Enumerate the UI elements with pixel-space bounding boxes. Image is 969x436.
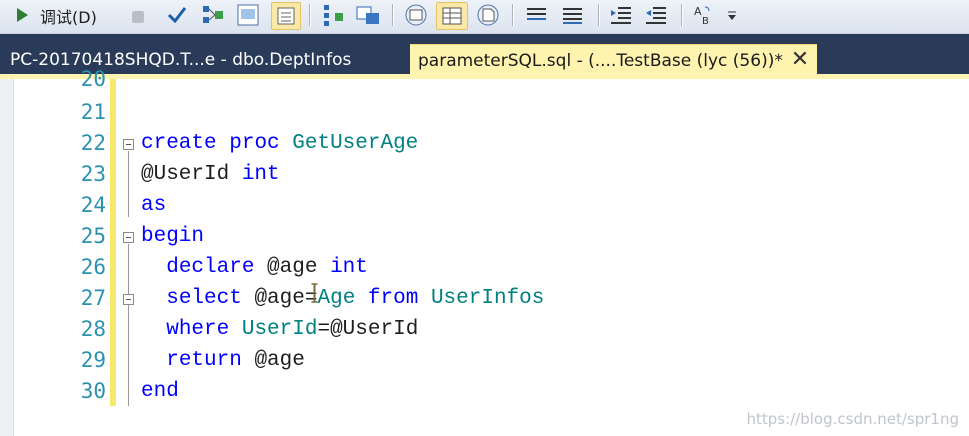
toolbar-separator bbox=[512, 4, 514, 26]
results-file-icon[interactable] bbox=[474, 3, 502, 27]
line-number: 23 bbox=[80, 162, 106, 186]
editor-margin-strip bbox=[0, 79, 14, 436]
line-number: 22 bbox=[80, 131, 106, 155]
fold-guide bbox=[128, 244, 129, 406]
uncomment-icon[interactable] bbox=[560, 3, 586, 27]
svg-text:B: B bbox=[702, 16, 709, 27]
check-icon[interactable] bbox=[166, 3, 188, 27]
line-number: 26 bbox=[80, 255, 106, 279]
code-line: create proc GetUserAge bbox=[141, 132, 419, 155]
collapse-block-icon[interactable] bbox=[123, 232, 134, 243]
run-icon[interactable] bbox=[14, 3, 30, 27]
line-number: 21 bbox=[80, 100, 106, 124]
change-tracking-bar bbox=[110, 79, 116, 406]
tab-parameter-sql-label: parameterSQL.sql - (....TestBase (lyc (5… bbox=[418, 50, 783, 71]
text-cursor-icon bbox=[311, 283, 318, 303]
sql-editor-toolbar: 调试(D) AB bbox=[0, 0, 969, 34]
query-options-icon[interactable] bbox=[354, 3, 382, 27]
watermark-text: https://blog.csdn.net/spr1ng bbox=[746, 410, 959, 428]
fold-guide bbox=[128, 151, 129, 217]
comment-icon[interactable] bbox=[524, 3, 550, 27]
results-text-icon[interactable] bbox=[402, 3, 430, 27]
toolbar-separator bbox=[598, 4, 600, 26]
code-line: select @age=Age from UserInfos bbox=[166, 287, 545, 310]
line-number: 25 bbox=[80, 224, 106, 248]
parse-icon[interactable] bbox=[200, 3, 226, 27]
toolbar-separator bbox=[309, 4, 311, 26]
line-number: 27 bbox=[80, 286, 106, 310]
code-line: return @age bbox=[166, 349, 305, 372]
line-number: 30 bbox=[80, 379, 106, 403]
collapse-block-icon[interactable] bbox=[123, 139, 134, 150]
stop-icon[interactable] bbox=[132, 3, 144, 27]
code-line: @UserId int bbox=[141, 163, 280, 186]
decrease-indent-icon[interactable] bbox=[608, 3, 634, 27]
specify-values-icon[interactable]: AB bbox=[692, 3, 718, 27]
tab-parameter-sql[interactable]: parameterSQL.sql - (....TestBase (lyc (5… bbox=[410, 44, 817, 76]
display-plan-icon[interactable] bbox=[236, 3, 260, 27]
code-line: end bbox=[141, 380, 179, 403]
toolbar-separator bbox=[681, 4, 683, 26]
include-plan-icon[interactable] bbox=[320, 3, 346, 27]
toolbar-separator bbox=[392, 4, 394, 26]
debug-menu-label[interactable]: 调试(D) bbox=[40, 4, 97, 28]
line-number: 20 bbox=[80, 67, 106, 91]
code-line: declare @age int bbox=[166, 256, 368, 279]
results-to-icon[interactable] bbox=[271, 2, 301, 30]
svg-text:A: A bbox=[694, 5, 702, 18]
close-tab-icon[interactable]: ✕ bbox=[789, 49, 811, 71]
increase-indent-icon[interactable] bbox=[643, 3, 669, 27]
code-line: as bbox=[141, 194, 167, 217]
collapse-block-icon[interactable] bbox=[123, 294, 134, 305]
code-line: where UserId=@UserId bbox=[166, 318, 419, 341]
dropdown-icon[interactable] bbox=[726, 3, 738, 27]
line-number: 24 bbox=[80, 193, 106, 217]
line-number: 29 bbox=[80, 348, 106, 372]
line-number: 28 bbox=[80, 317, 106, 341]
code-line: begin bbox=[141, 225, 205, 248]
results-grid-icon[interactable] bbox=[436, 2, 468, 30]
